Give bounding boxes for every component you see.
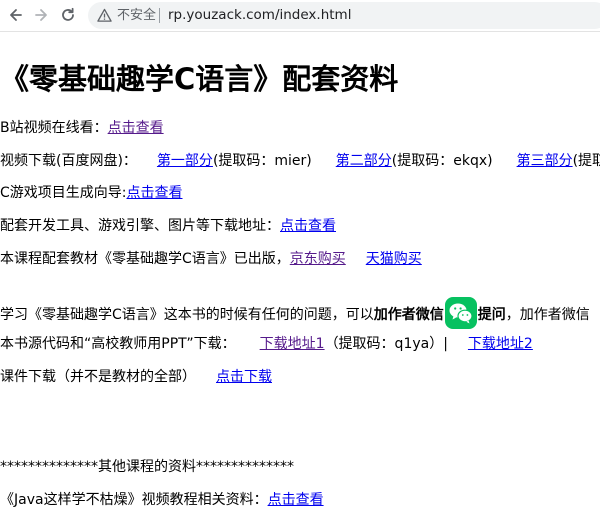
warning-info-icon[interactable] (97, 8, 112, 23)
jd-buy-link[interactable]: 京东购买 (290, 251, 346, 267)
tmall-buy-link[interactable]: 天猫购买 (366, 251, 422, 267)
page-content: 《零基础趣学C语言》配套资料 B站视频在线看：点击查看 视频下载(百度网盘)：第… (0, 32, 600, 531)
page-title: 《零基础趣学C语言》配套资料 (0, 62, 399, 96)
forward-arrow-icon (35, 9, 47, 21)
address-divider (159, 8, 160, 23)
book-row: 本课程配套教材《零基础趣学C语言》已出版，京东购买 天猫购买 (0, 249, 422, 269)
download-label: 视频下载(百度网盘)： (0, 153, 137, 169)
bili-label: B站视频在线看： (0, 120, 108, 136)
download-row: 视频下载(百度网盘)： 第一部分(提取码：mier) 第二部分(提取码：ekqx) 第… (0, 151, 600, 171)
back-arrow-icon (10, 9, 22, 21)
tools-label: 配套开发工具、游戏引擎、图片等下载地址： (0, 218, 280, 234)
download-code2: (提取码：ekqx) (391, 153, 493, 169)
courseware-link[interactable]: 点击下载 (216, 369, 272, 385)
browser-toolbar: 不安全 rp.youzack.com/index.html (0, 0, 600, 32)
question-suffix: ，加作者微信 (505, 307, 590, 323)
download-part2-link[interactable]: 第二部分 (336, 153, 392, 169)
game-row: C游戏项目生成向导:点击查看 (0, 183, 183, 203)
download-code3: (提取码 (572, 153, 600, 169)
download-part1-link[interactable]: 第一部分 (157, 153, 213, 169)
java-link[interactable]: 点击查看 (268, 492, 324, 508)
reload-icon (62, 7, 74, 21)
question-label: 学习《零基础趣学C语言》这本书的时候有任何的问题，可以 (0, 307, 374, 323)
bili-link[interactable]: 点击查看 (108, 120, 164, 136)
back-button[interactable] (5, 4, 27, 26)
source-link-2[interactable]: 下载地址2 (468, 336, 533, 352)
java-label: 《Java这样学不枯燥》视频教程相关资料： (0, 492, 268, 508)
tools-row: 配套开发工具、游戏引擎、图片等下载地址：点击查看 (0, 216, 336, 236)
security-label[interactable]: 不安全 (117, 7, 156, 24)
source-row: 本书源代码和“高校教师用PPT”下载： 下载地址1（提取码：q1ya）| 下载地址2 (0, 334, 533, 354)
source-label: 本书源代码和“高校教师用PPT”下载： (0, 336, 236, 352)
tools-link[interactable]: 点击查看 (280, 218, 336, 234)
game-link[interactable]: 点击查看 (127, 185, 183, 201)
courseware-row: 课件下载（并不是教材的全部） 点击下载 (0, 367, 272, 387)
java-row: 《Java这样学不枯燥》视频教程相关资料：点击查看 (0, 490, 324, 510)
download-code1: (提取码：mier) (212, 153, 312, 169)
courseware-label: 课件下载（并不是教材的全部） (0, 369, 196, 385)
other-courses-heading: **************其他课程的资料************** (0, 459, 294, 475)
address-bar[interactable]: 不安全 rp.youzack.com/index.html (88, 2, 600, 29)
download-part3-link[interactable]: 第三部分 (517, 153, 573, 169)
source-code: （提取码：q1ya）| (324, 336, 448, 352)
ask-text: 提问 (477, 307, 506, 323)
reload-button[interactable] (57, 4, 79, 26)
question-row: 学习《零基础趣学C语言》这本书的时候有任何的问题，可以加作者微信 提问，加作者微… (0, 297, 590, 331)
wechat-icon[interactable] (444, 297, 477, 329)
source-link-1[interactable]: 下载地址1 (260, 336, 325, 352)
add-wechat-text: 加作者微信 (373, 307, 444, 323)
forward-button[interactable] (30, 4, 52, 26)
game-label: C游戏项目生成向导: (0, 185, 127, 201)
book-label: 本课程配套教材《零基础趣学C语言》已出版， (0, 251, 290, 267)
url-text[interactable]: rp.youzack.com/index.html (168, 7, 351, 24)
bili-row: B站视频在线看：点击查看 (0, 118, 164, 138)
